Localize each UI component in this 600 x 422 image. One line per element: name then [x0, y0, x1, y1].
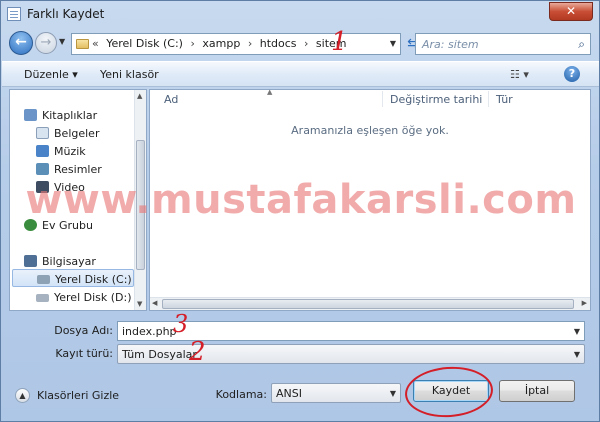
breadcrumb-separator[interactable]: ›	[190, 37, 194, 50]
search-input[interactable]: Ara: sitem	[422, 38, 479, 51]
annotation-number-2: 2	[189, 337, 206, 367]
scroll-down-icon[interactable]: ▼	[137, 300, 142, 308]
documents-icon	[36, 127, 49, 139]
back-button[interactable]: ←	[9, 31, 33, 55]
chevron-down-icon[interactable]: ▼	[390, 389, 396, 398]
forward-button[interactable]: →	[35, 32, 57, 54]
scroll-up-icon[interactable]: ▲	[137, 92, 142, 100]
horizontal-scrollbar[interactable]: ◀ ▶	[150, 297, 590, 310]
nav-item-label: Bilgisayar	[42, 255, 96, 268]
libraries-icon	[24, 109, 37, 121]
encoding-label: Kodlama:	[215, 388, 267, 401]
folder-icon	[76, 39, 89, 49]
breadcrumb-separator[interactable]: ›	[304, 37, 308, 50]
column-header-type[interactable]: Tür	[496, 91, 513, 109]
address-dropdown-icon[interactable]: ▼	[390, 39, 396, 48]
address-bar[interactable]: « Yerel Disk (C:) › xampp › htdocs › sit…	[71, 33, 401, 55]
breadcrumb-item[interactable]: Yerel Disk (C:)	[106, 37, 183, 50]
chevron-up-icon: ▲	[15, 388, 30, 403]
drive-c-icon	[37, 275, 50, 284]
hide-folders-label: Klasörleri Gizle	[37, 389, 120, 402]
scrollbar-thumb[interactable]	[162, 299, 574, 309]
filetype-value[interactable]: Tüm Dosyalar	[122, 348, 197, 361]
chevron-down-icon[interactable]: ▼	[574, 350, 580, 359]
filetype-select[interactable]: Tüm Dosyalar ▼	[117, 344, 585, 364]
breadcrumb-item[interactable]: htdocs	[260, 37, 297, 50]
encoding-value[interactable]: ANSI	[276, 387, 302, 400]
search-box[interactable]: Ara: sitem ⌕	[415, 33, 591, 55]
navigation-pane: Kitaplıklar Belgeler Müzik Resimler Vide…	[9, 89, 147, 311]
organize-button[interactable]: Düzenle ▾	[24, 68, 78, 81]
forward-arrow-icon: →	[40, 35, 52, 50]
breadcrumb: « Yerel Disk (C:) › xampp › htdocs › sit…	[92, 37, 351, 50]
filename-value[interactable]: index.php	[122, 325, 177, 338]
column-header-date-modified[interactable]: Değiştirme tarihi	[390, 91, 482, 109]
annotation-number-3: 3	[173, 310, 189, 338]
annotation-number-1: 1	[331, 27, 348, 57]
drive-d-icon	[36, 294, 49, 302]
help-icon[interactable]: ?	[564, 66, 580, 82]
nav-item-label: Video	[54, 181, 85, 194]
new-folder-button[interactable]: Yeni klasör	[100, 68, 159, 81]
recent-locations-dropdown[interactable]: ▼	[59, 37, 65, 46]
back-arrow-icon: ←	[15, 34, 27, 50]
save-as-dialog: Farklı Kaydet ✕ ← → ▼ « Yerel Disk (C:) …	[0, 0, 600, 422]
column-divider[interactable]	[382, 91, 383, 107]
nav-item-music[interactable]: Müzik	[36, 142, 146, 160]
nav-item-label: Yerel Disk (C:)	[55, 273, 132, 286]
breadcrumb-item[interactable]: xampp	[202, 37, 240, 50]
close-button[interactable]: ✕	[549, 2, 593, 21]
breadcrumb-overflow[interactable]: «	[92, 37, 99, 50]
computer-icon	[24, 255, 37, 267]
scrollbar-thumb[interactable]	[136, 140, 145, 270]
breadcrumb-separator[interactable]: ›	[248, 37, 252, 50]
nav-item-local-disk-d[interactable]: Yerel Disk (D:)	[36, 288, 146, 306]
navigation-scrollbar[interactable]: ▲ ▼	[134, 90, 146, 310]
title-bar[interactable]: Farklı Kaydet ✕	[1, 1, 599, 27]
sort-ascending-icon: ▲	[267, 88, 273, 96]
column-header-name[interactable]: Ad	[164, 91, 178, 109]
filetype-label: Kayıt türü:	[55, 347, 113, 360]
nav-item-documents[interactable]: Belgeler	[36, 124, 146, 142]
nav-item-homegroup[interactable]: Ev Grubu	[24, 216, 146, 234]
nav-item-video[interactable]: Video	[36, 178, 146, 196]
file-list: ▲ Ad Değiştirme tarihi Tür Aramanızla eş…	[149, 88, 591, 311]
nav-item-local-disk-c[interactable]: Yerel Disk (C:)	[12, 269, 134, 287]
scroll-left-icon[interactable]: ◀	[152, 299, 157, 307]
filename-label: Dosya Adı:	[54, 324, 113, 337]
scroll-right-icon[interactable]: ▶	[582, 299, 587, 307]
search-icon[interactable]: ⌕	[578, 37, 585, 52]
annotation-circle	[403, 363, 495, 421]
view-options-icon[interactable]: ☷ ▾	[510, 68, 529, 81]
nav-item-label: Ev Grubu	[42, 219, 93, 232]
cancel-button[interactable]: İptal	[499, 380, 575, 402]
nav-item-pictures[interactable]: Resimler	[36, 160, 146, 178]
nav-item-label: Belgeler	[54, 127, 100, 140]
window-title: Farklı Kaydet	[27, 7, 105, 21]
homegroup-icon	[24, 219, 37, 231]
nav-item-label: Yerel Disk (D:)	[54, 291, 132, 304]
video-icon	[36, 181, 49, 193]
nav-item-computer[interactable]: Bilgisayar	[24, 252, 146, 270]
chevron-down-icon[interactable]: ▼	[574, 327, 580, 336]
music-icon	[36, 145, 49, 157]
nav-item-label: Kitaplıklar	[42, 109, 98, 122]
column-divider[interactable]	[488, 91, 489, 107]
pictures-icon	[36, 163, 49, 175]
nav-item-label: Resimler	[54, 163, 102, 176]
encoding-select[interactable]: ANSI ▼	[271, 383, 401, 403]
dialog-icon	[7, 7, 21, 21]
nav-item-libraries[interactable]: Kitaplıklar	[24, 106, 146, 124]
nav-item-label: Müzik	[54, 145, 86, 158]
empty-folder-message: Aramanızla eşleşen öğe yok.	[291, 124, 449, 137]
command-bar: Düzenle ▾ Yeni klasör ☷ ▾ ?	[2, 61, 599, 87]
